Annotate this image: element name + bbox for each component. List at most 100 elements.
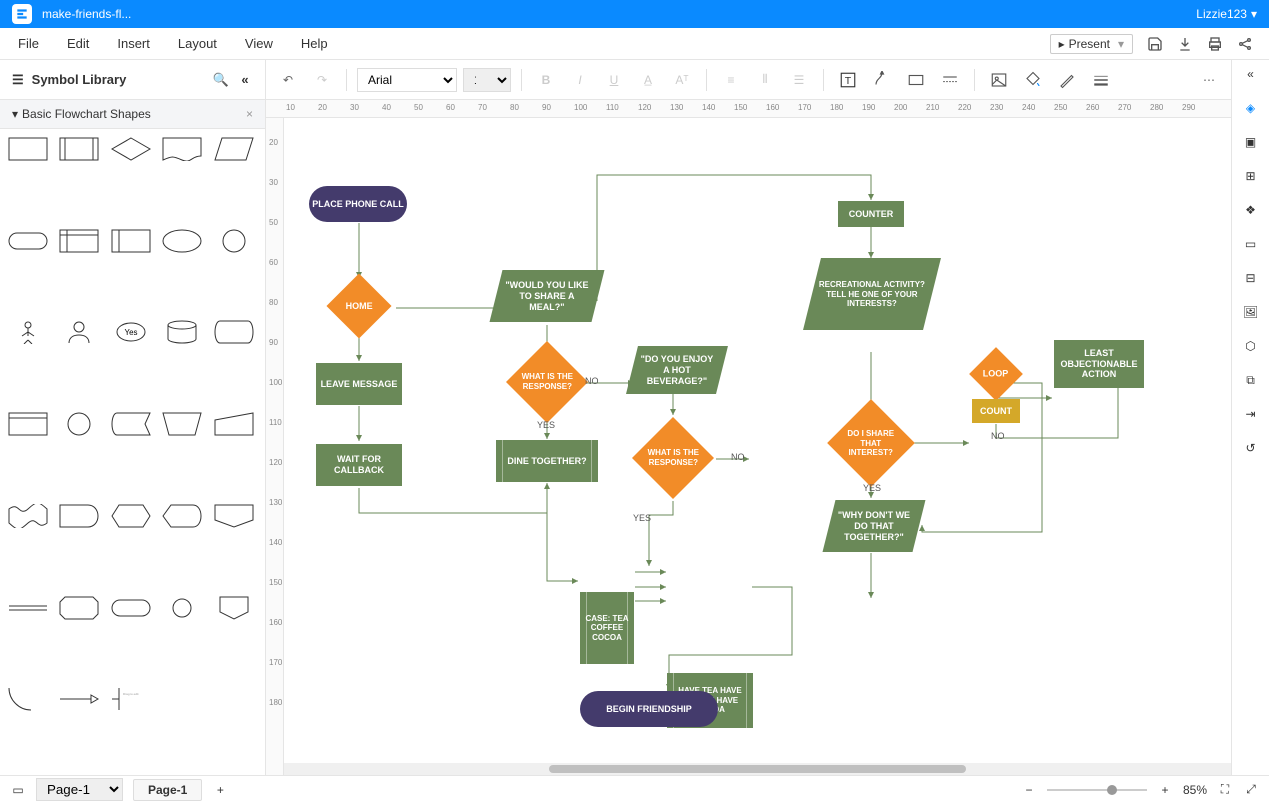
- search-icon[interactable]: 🔍: [213, 72, 229, 88]
- pages-icon[interactable]: ▭: [10, 782, 26, 798]
- shape-decision[interactable]: [111, 137, 151, 161]
- shape-display[interactable]: [162, 504, 202, 528]
- share-icon[interactable]: [1237, 36, 1253, 52]
- category-header[interactable]: ▾Basic Flowchart Shapes ×: [0, 100, 265, 129]
- stroke-color-button[interactable]: [1053, 66, 1081, 94]
- shape-user[interactable]: [59, 320, 99, 344]
- zoom-slider[interactable]: [1047, 789, 1147, 791]
- menu-layout[interactable]: Layout: [164, 30, 231, 57]
- more-button[interactable]: ⋯: [1195, 66, 1223, 94]
- node-place-call[interactable]: PLACE PHONE CALL: [309, 186, 407, 222]
- shape-connector-circle[interactable]: [59, 412, 99, 436]
- data-icon[interactable]: ⊟: [1243, 270, 1259, 286]
- node-rec-activity[interactable]: RECREATIONAL ACTIVITY? TELL HE ONE OF YO…: [803, 258, 941, 330]
- node-why-dont[interactable]: "WHY DON'T WE DO THAT TOGETHER?": [823, 500, 926, 552]
- align-h-button[interactable]: ≡: [717, 66, 745, 94]
- node-dine[interactable]: DINE TOGETHER?: [496, 440, 598, 482]
- shape-database[interactable]: [162, 320, 202, 344]
- copy-icon[interactable]: ⧉: [1243, 372, 1259, 388]
- shape-stored[interactable]: [111, 229, 151, 253]
- page-tab[interactable]: Page-1: [133, 779, 202, 801]
- scrollbar-horizontal[interactable]: [284, 763, 1231, 775]
- menu-file[interactable]: File: [4, 30, 53, 57]
- shape-line[interactable]: [8, 596, 48, 620]
- sitemap-icon[interactable]: ⬡: [1243, 338, 1259, 354]
- shape-yes-connector[interactable]: Yes: [111, 320, 151, 344]
- layers-icon[interactable]: ❖: [1243, 202, 1259, 218]
- shape-delay[interactable]: [59, 504, 99, 528]
- fontsize-select[interactable]: 10: [463, 68, 511, 92]
- node-home[interactable]: HOME: [326, 273, 391, 338]
- shape-process[interactable]: [8, 137, 48, 161]
- fill-button[interactable]: [1019, 66, 1047, 94]
- fullscreen-button[interactable]: ⤢: [1243, 782, 1259, 798]
- export-icon[interactable]: ▣: [1243, 134, 1259, 150]
- menu-help[interactable]: Help: [287, 30, 342, 57]
- shape-predefined[interactable]: [59, 137, 99, 161]
- shape-manual-op[interactable]: [162, 412, 202, 436]
- shape-preparation[interactable]: [111, 504, 151, 528]
- shape-rounded[interactable]: [111, 596, 151, 620]
- shape-small-circle[interactable]: [162, 596, 202, 620]
- save-icon[interactable]: [1147, 36, 1163, 52]
- shape-circle[interactable]: [214, 229, 254, 253]
- undo-button[interactable]: ↶: [274, 66, 302, 94]
- shape-offpage2[interactable]: [214, 596, 254, 620]
- menu-view[interactable]: View: [231, 30, 287, 57]
- fill-panel-icon[interactable]: ◈: [1243, 100, 1259, 116]
- shape-document[interactable]: [162, 137, 202, 161]
- history-icon[interactable]: ↺: [1243, 440, 1259, 456]
- node-hot-bev[interactable]: "DO YOU ENJOY A HOT BEVERAGE?": [626, 346, 728, 394]
- node-response2[interactable]: WHAT IS THE RESPONSE?: [632, 417, 714, 499]
- page-select[interactable]: Page-1: [36, 778, 123, 801]
- node-share-interest[interactable]: DO I SHARE THAT INTEREST?: [827, 399, 915, 487]
- shape-chamfer[interactable]: [59, 596, 99, 620]
- italic-button[interactable]: I: [566, 66, 594, 94]
- collapse-left-icon[interactable]: «: [237, 72, 253, 88]
- shape-arc[interactable]: [8, 687, 48, 711]
- shape-offpage[interactable]: [214, 504, 254, 528]
- add-page-button[interactable]: +: [212, 782, 228, 798]
- close-icon[interactable]: ×: [246, 107, 253, 121]
- node-wait-callback[interactable]: WAIT FOR CALLBACK: [316, 444, 402, 486]
- comments-icon[interactable]: ▭: [1243, 236, 1259, 252]
- zoom-out-button[interactable]: −: [1021, 782, 1037, 798]
- expand-right-icon[interactable]: «: [1243, 66, 1259, 82]
- user-menu[interactable]: Lizzie123 ▾: [1196, 7, 1257, 21]
- shape-ellipse[interactable]: [162, 229, 202, 253]
- image-button[interactable]: [985, 66, 1013, 94]
- zoom-in-button[interactable]: +: [1157, 782, 1173, 798]
- node-least-obj[interactable]: LEAST OBJECTIONABLE ACTION: [1054, 340, 1144, 388]
- fit-button[interactable]: ⛶: [1217, 782, 1233, 798]
- shape-terminator[interactable]: [8, 229, 48, 253]
- node-response1[interactable]: WHAT IS THE RESPONSE?: [506, 341, 588, 423]
- print-icon[interactable]: [1207, 36, 1223, 52]
- node-leave-message[interactable]: LEAVE MESSAGE: [316, 363, 402, 405]
- line-weight-button[interactable]: [1087, 66, 1115, 94]
- menu-edit[interactable]: Edit: [53, 30, 103, 57]
- line-style-button[interactable]: [936, 66, 964, 94]
- shape-stored-data[interactable]: [111, 412, 151, 436]
- font-color-button[interactable]: A̲: [634, 66, 662, 94]
- align-v-button[interactable]: ⫴: [751, 66, 779, 94]
- shape-card[interactable]: [8, 412, 48, 436]
- shape-arrow[interactable]: [59, 687, 99, 711]
- shape-direct-data[interactable]: [214, 320, 254, 344]
- shape-annotation[interactable]: Drag to edit: [111, 687, 151, 711]
- connector-button[interactable]: [868, 66, 896, 94]
- download-icon[interactable]: [1177, 36, 1193, 52]
- text-tool-button[interactable]: T: [834, 66, 862, 94]
- node-counter[interactable]: COUNTER: [838, 201, 904, 227]
- picture-icon[interactable]: 🖼: [1243, 304, 1259, 320]
- node-case-drinks[interactable]: CASE: TEA COFFEE COCOA: [580, 592, 634, 664]
- shape-button[interactable]: [902, 66, 930, 94]
- text-size-button[interactable]: Aᵀ: [668, 66, 696, 94]
- bold-button[interactable]: B: [532, 66, 560, 94]
- shape-manual-input[interactable]: [214, 412, 254, 436]
- canvas[interactable]: PLACE PHONE CALL HOME LEAVE MESSAGE WAIT…: [284, 118, 1231, 775]
- align-icon[interactable]: ⇥: [1243, 406, 1259, 422]
- underline-button[interactable]: U: [600, 66, 628, 94]
- shape-tape[interactable]: [8, 504, 48, 528]
- node-loop[interactable]: LOOP: [969, 347, 1023, 401]
- node-count[interactable]: COUNT: [972, 399, 1020, 423]
